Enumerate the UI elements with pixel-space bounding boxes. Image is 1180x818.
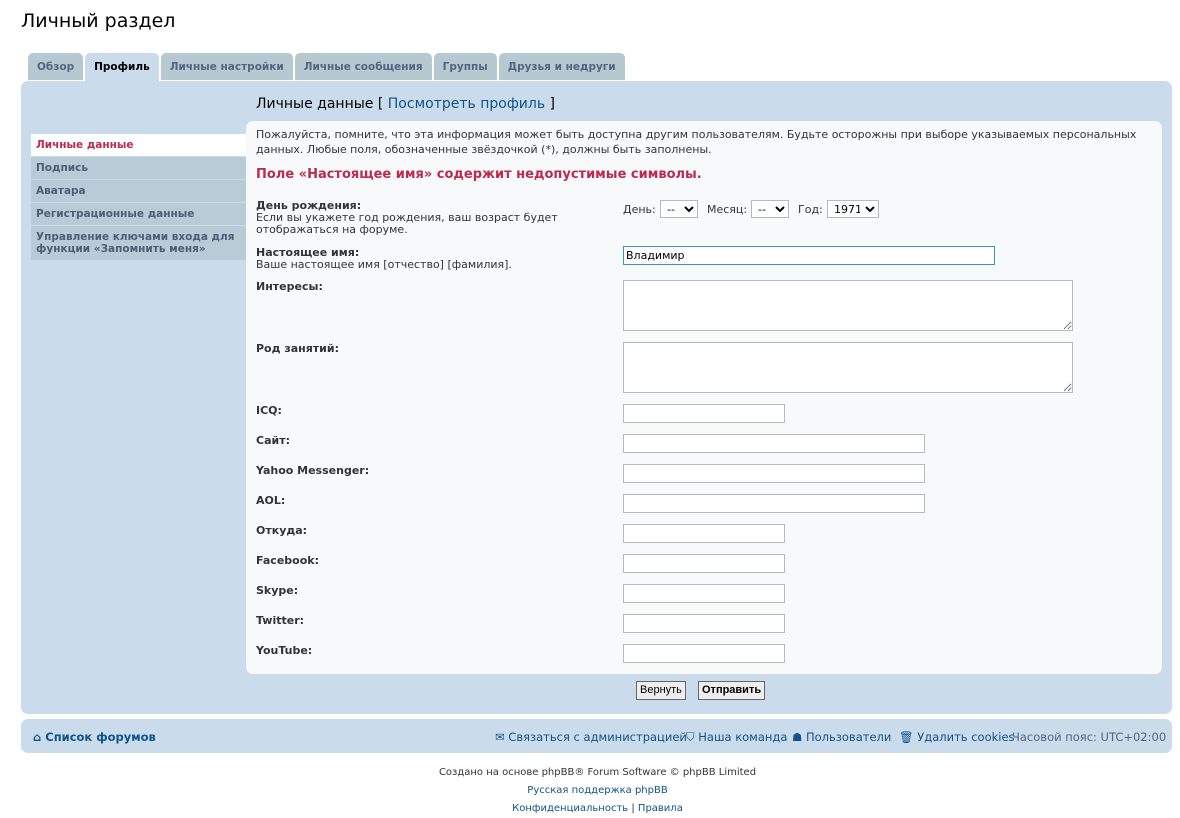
footer-nav: ⌂ Список форумов ✉ Связаться с администр… [21, 719, 1172, 753]
occupation-textarea[interactable] [623, 342, 1073, 393]
reset-button[interactable]: Вернуть [636, 681, 686, 700]
birthday-desc: Если вы укажете год рождения, ваш возрас… [256, 211, 558, 236]
bracket: ] [549, 96, 556, 112]
submit-button[interactable]: Отправить [698, 681, 766, 700]
forum-index-label: Список форумов [45, 730, 156, 744]
facebook-label: Facebook: [256, 554, 319, 567]
month-label: Месяц: [707, 203, 748, 216]
yahoo-label: Yahoo Messenger: [256, 464, 370, 477]
occupation-label: Род занятий: [256, 342, 339, 355]
separator: | [631, 803, 635, 814]
home-icon: ⌂ [33, 730, 46, 744]
icq-label: ICQ: [256, 404, 282, 417]
tab-friends[interactable]: Друзья и недруги [498, 53, 625, 80]
users-icon: ☗ [792, 730, 806, 744]
russian-support-link[interactable]: Русская поддержка phpBB [527, 785, 667, 796]
section-heading: Личные данные [ Посмотреть профиль ] [256, 96, 555, 112]
tab-overview[interactable]: Обзор [28, 53, 84, 80]
youtube-input[interactable] [623, 644, 785, 663]
realname-input[interactable] [623, 246, 995, 265]
rules-link[interactable]: Правила [638, 803, 683, 814]
yahoo-input[interactable] [623, 464, 925, 483]
error-message: Поле «Настоящее имя» содержит недопустим… [256, 167, 702, 182]
month-select[interactable]: -- [751, 200, 789, 218]
sidebar-item-personal[interactable]: Личные данные [31, 134, 246, 156]
interests-label: Интересы: [256, 280, 323, 293]
delete-cookies-link[interactable]: 🗑 Удалить cookies [899, 730, 1015, 744]
tab-groups[interactable]: Группы [433, 53, 497, 80]
twitter-label: Twitter: [256, 614, 305, 627]
skype-input[interactable] [623, 584, 785, 603]
day-label: День: [623, 203, 656, 216]
notice-text: Пожалуйста, помните, что эта информация … [256, 128, 1137, 156]
year-label: Год: [798, 203, 823, 216]
year-select[interactable]: 1971 [827, 200, 879, 218]
interests-textarea[interactable] [623, 280, 1073, 331]
members-link[interactable]: ☗ Пользователи [792, 730, 891, 744]
heading-title: Личные данные [256, 96, 374, 112]
privacy-link[interactable]: Конфиденциальность [512, 803, 628, 814]
location-label: Откуда: [256, 524, 308, 537]
sidebar: Личные данные Подпись Аватара Регистраци… [31, 134, 246, 261]
team-label: Наша команда [698, 730, 788, 744]
page-title: Личный раздел [21, 10, 176, 32]
forum-index-link[interactable]: ⌂ Список форумов [33, 730, 156, 744]
tab-preferences[interactable]: Личные настройки [160, 53, 293, 80]
sidebar-item-autologin[interactable]: Управление ключами входа для функции «За… [31, 226, 246, 260]
contact-link[interactable]: ✉ Связаться с администрацией [495, 730, 687, 744]
youtube-label: YouTube: [256, 644, 313, 657]
location-input[interactable] [623, 524, 785, 543]
team-link[interactable]: ⛉ Наша команда [686, 730, 787, 745]
aol-label: AOL: [256, 494, 286, 507]
day-select[interactable]: -- [660, 200, 698, 218]
tab-messages[interactable]: Личные сообщения [294, 53, 432, 80]
realname-desc: Ваше настоящее имя [отчество] [фамилия]. [256, 258, 512, 271]
timezone: Часовой пояс: UTC+02:00 [1012, 730, 1167, 744]
view-profile-link[interactable]: Посмотреть профиль [388, 96, 545, 112]
sidebar-item-signature[interactable]: Подпись [31, 157, 246, 179]
tabs: Обзор Профиль Личные настройки Личные со… [28, 53, 625, 81]
facebook-input[interactable] [623, 554, 785, 573]
aol-input[interactable] [623, 494, 925, 513]
icq-input[interactable] [623, 404, 785, 423]
sidebar-item-registration[interactable]: Регистрационные данные [31, 203, 246, 225]
trash-icon: 🗑 [899, 730, 918, 744]
site-input[interactable] [623, 434, 925, 453]
tab-profile[interactable]: Профиль [85, 53, 159, 81]
envelope-icon: ✉ [495, 730, 509, 744]
bracket: [ [377, 96, 384, 112]
members-label: Пользователи [805, 730, 892, 744]
credits-line: Создано на основе phpBB® Forum Software … [438, 767, 757, 778]
cookies-label: Удалить cookies [917, 730, 1015, 744]
contact-label: Связаться с администрацией [508, 730, 687, 744]
shield-icon: ⛉ [686, 730, 699, 744]
site-label: Сайт: [256, 434, 290, 447]
skype-label: Skype: [256, 584, 299, 597]
twitter-input[interactable] [623, 614, 785, 633]
sidebar-item-avatar[interactable]: Аватара [31, 180, 246, 202]
